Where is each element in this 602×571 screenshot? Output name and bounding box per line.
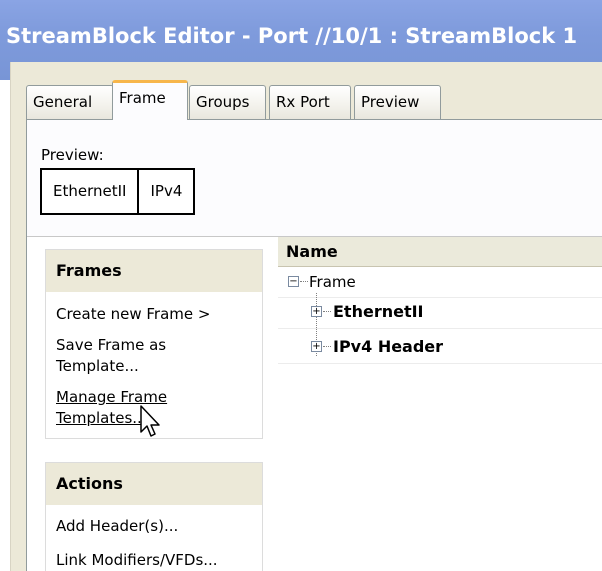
create-new-frame-link[interactable]: Create new Frame > <box>46 304 262 325</box>
tab-general[interactable]: General <box>26 85 114 119</box>
mouse-cursor-icon <box>140 405 160 437</box>
frame-preview-strip: EthernetII IPv4 <box>40 168 196 215</box>
dialog-body: General Frame Groups Rx Port Preview Pre… <box>10 62 602 571</box>
tree-connector <box>300 281 308 282</box>
frame-tab-page: Preview: EthernetII IPv4 Frames Create n… <box>26 119 602 571</box>
task-panel: Frames Create new Frame > Save Frame as … <box>27 236 278 571</box>
preview-label: Preview: <box>41 146 104 164</box>
tab-rx-port[interactable]: Rx Port <box>269 85 351 119</box>
actions-section-header[interactable]: Actions <box>46 463 262 505</box>
tree-node-ipv4-header[interactable]: IPv4 Header <box>333 333 443 361</box>
preview-header-ipv4[interactable]: IPv4 <box>137 170 194 213</box>
tree-node-frame[interactable]: Frame <box>309 268 356 296</box>
frames-section-header[interactable]: Frames <box>46 250 262 292</box>
actions-section: Actions Add Header(s)... Link Modifiers/… <box>45 462 263 571</box>
row-divider <box>278 363 602 364</box>
name-column-header[interactable]: Name <box>278 237 602 267</box>
tree-connector <box>323 311 331 312</box>
tree-node-ethernetii[interactable]: EthernetII <box>333 298 424 326</box>
minus-box-icon[interactable]: − <box>288 276 299 287</box>
window-title: StreamBlock Editor - Port //10/1 : Strea… <box>6 24 578 48</box>
streamblock-editor-window: StreamBlock Editor - Port //10/1 : Strea… <box>0 0 602 571</box>
frame-tree-view[interactable]: Name − Frame + EthernetII + IPv4 Header <box>278 236 602 571</box>
tab-preview[interactable]: Preview <box>354 85 441 119</box>
tab-frame[interactable]: Frame <box>112 80 188 120</box>
plus-box-icon[interactable]: + <box>311 306 322 317</box>
save-frame-as-template-link[interactable]: Save Frame as Template... <box>46 335 262 377</box>
plus-box-icon[interactable]: + <box>311 341 322 352</box>
add-headers-link[interactable]: Add Header(s)... <box>46 516 262 537</box>
row-divider <box>278 297 602 298</box>
tab-groups[interactable]: Groups <box>189 85 266 119</box>
row-divider <box>278 328 602 329</box>
tree-connector <box>323 346 331 347</box>
preview-header-ethernetii[interactable]: EthernetII <box>42 170 138 213</box>
link-modifiers-vfds-link[interactable]: Link Modifiers/VFDs... <box>46 550 262 571</box>
